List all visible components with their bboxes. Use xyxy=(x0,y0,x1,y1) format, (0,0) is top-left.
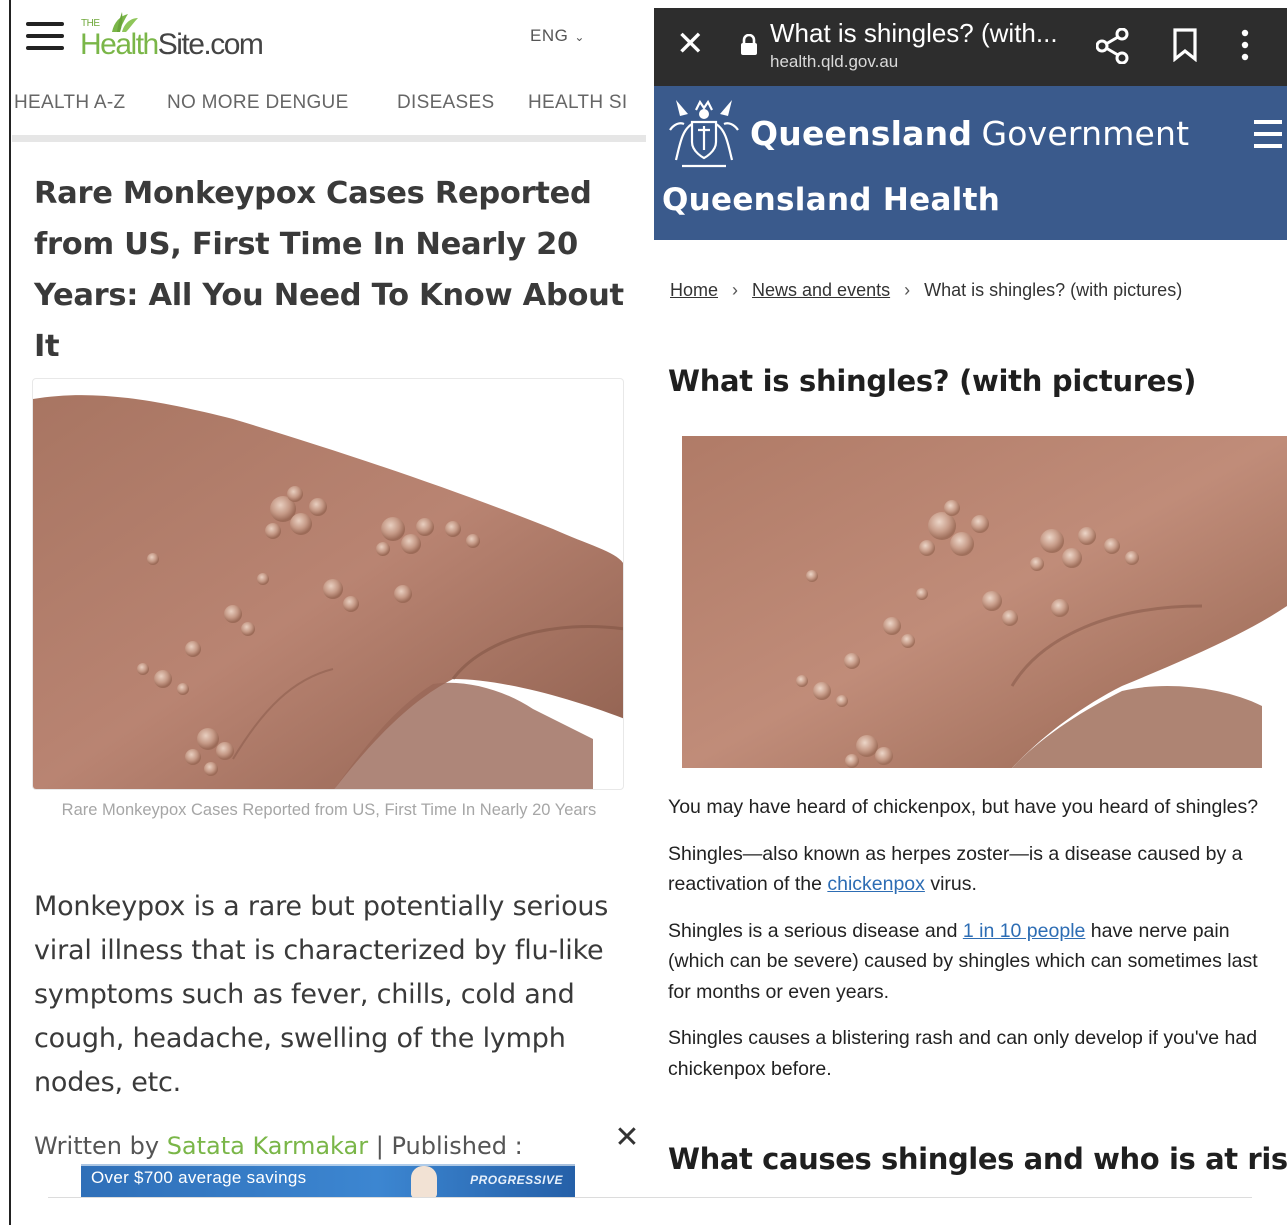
close-tab-icon[interactable]: ✕ xyxy=(676,26,705,62)
browser-toolbar: ✕ What is shingles? (with... health.qld.… xyxy=(654,8,1287,86)
site-header: THE HealthSite.com ENG ⌄ xyxy=(12,0,648,80)
paragraph-3: Shingles is a serious disease and 1 in 1… xyxy=(668,919,1258,1003)
chickenpox-link[interactable]: chickenpox xyxy=(827,873,925,895)
panel-border xyxy=(9,0,11,1225)
article-image xyxy=(32,378,624,790)
section-heading: What causes shingles and who is at risk? xyxy=(668,1142,1287,1176)
healthsite-panel: THE HealthSite.com ENG ⌄ HEALTH A-Z NO MO… xyxy=(0,0,650,1225)
nav-health-si[interactable]: HEALTH SI xyxy=(528,92,627,114)
article-lead: Monkeypox is a rare but potentially seri… xyxy=(34,891,609,1098)
paragraph-1: You may have heard of chickenpox, but ha… xyxy=(668,796,1259,818)
nav-no-more-dengue[interactable]: NO MORE DENGUE xyxy=(167,92,349,114)
article-body: You may have heard of chickenpox, but ha… xyxy=(668,792,1280,1100)
article-image xyxy=(682,436,1287,768)
lock-icon xyxy=(741,34,757,55)
page-url[interactable]: health.qld.gov.au xyxy=(770,52,898,72)
ad-person-image xyxy=(411,1166,437,1198)
article-title: Rare Monkeypox Cases Reported from US, F… xyxy=(34,176,624,364)
chevron-right-icon: › xyxy=(732,280,739,300)
page-title: What is shingles? (with... xyxy=(770,18,1058,48)
one-in-ten-link[interactable]: 1 in 10 people xyxy=(963,920,1086,942)
rash-hand-image xyxy=(682,436,1287,768)
site-logo[interactable]: THE HealthSite.com xyxy=(80,12,300,64)
article-heading: What is shingles? (with pictures) xyxy=(668,364,1197,398)
more-menu-icon[interactable] xyxy=(1240,28,1250,62)
ad-brand: PROGRESSIVE xyxy=(470,1173,563,1187)
coat-of-arms-logo[interactable] xyxy=(662,90,746,174)
paragraph-2: Shingles—also known as herpes zoster—is … xyxy=(668,842,1243,896)
hamburger-menu-icon[interactable] xyxy=(1254,120,1282,154)
breadcrumb-news-and-events[interactable]: News and events xyxy=(752,280,890,300)
nav-diseases[interactable]: DISEASES xyxy=(397,92,494,114)
logo-wordmark: HealthSite.com xyxy=(80,28,264,61)
bottom-divider xyxy=(48,1197,1252,1198)
ad-banner[interactable]: Over $700 average savings PROGRESSIVE xyxy=(81,1164,575,1198)
qld-gov-banner: Queensland Government Queensland Health xyxy=(654,86,1287,240)
paragraph-4: Shingles causes a blistering rash and ca… xyxy=(668,1027,1258,1080)
ad-close-icon[interactable]: ✕ xyxy=(608,1120,646,1158)
qld-health-title[interactable]: Queensland Health xyxy=(662,182,1000,218)
chevron-down-icon: ⌄ xyxy=(574,30,585,44)
category-nav: HEALTH A-Z NO MORE DENGUE DISEASES HEALT… xyxy=(14,88,650,124)
breadcrumb-current: What is shingles? (with pictures) xyxy=(924,280,1183,300)
language-selector[interactable]: ENG ⌄ xyxy=(530,26,585,46)
nav-divider xyxy=(12,135,646,142)
chevron-right-icon: › xyxy=(904,280,911,300)
menu-icon[interactable] xyxy=(26,22,64,54)
bookmark-icon[interactable] xyxy=(1172,28,1198,62)
article-byline: Written by Satata Karmakar | Published : xyxy=(34,1132,523,1160)
rash-hand-image xyxy=(33,395,623,789)
author-link[interactable]: Satata Karmakar xyxy=(167,1132,368,1160)
image-caption: Rare Monkeypox Cases Reported from US, F… xyxy=(61,801,597,819)
nav-health-a-z[interactable]: HEALTH A-Z xyxy=(14,92,125,114)
breadcrumb-home[interactable]: Home xyxy=(670,280,718,300)
qld-government-wordmark[interactable]: Queensland Government xyxy=(750,114,1189,153)
qld-health-panel: ✕ What is shingles? (with... health.qld.… xyxy=(654,0,1287,1225)
ad-text: Over $700 average savings xyxy=(91,1168,307,1187)
share-icon[interactable] xyxy=(1096,28,1130,64)
breadcrumb: Home › News and events › What is shingles? (… xyxy=(670,280,1280,301)
